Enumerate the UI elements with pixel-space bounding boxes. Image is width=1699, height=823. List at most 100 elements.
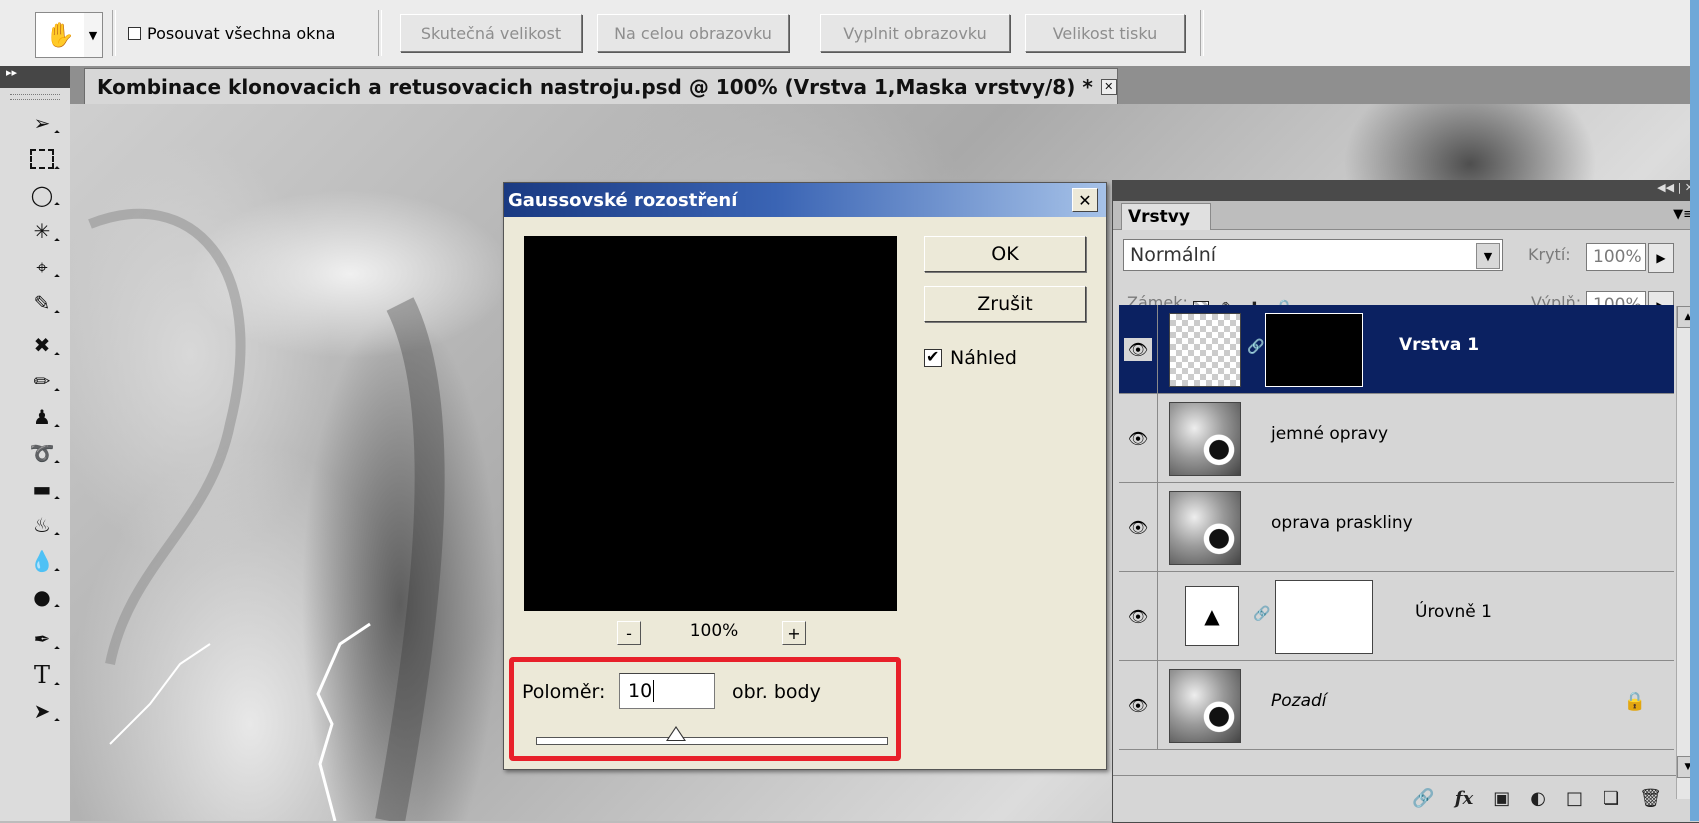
magic-wand-tool[interactable]: ✳ [24,216,60,246]
fit-screen-button[interactable]: Na celou obrazovku [597,14,789,52]
stamp-icon: ♟ [33,405,51,429]
ok-button[interactable]: OK [924,236,1086,272]
brush-icon: ✏ [33,369,51,393]
dialog-close-button[interactable]: ✕ [1072,188,1098,212]
eraser-icon: ▬ [32,477,52,501]
layer-thumbnail [1169,669,1241,743]
brush-tool[interactable]: ✏ [24,366,60,396]
toolbox-grip[interactable] [10,94,60,100]
crack-line [109,643,211,745]
close-document-icon[interactable]: ✕ [1100,78,1117,95]
preview-checkbox[interactable] [924,347,942,367]
eye-icon: 👁 [1127,428,1149,448]
move-icon: ➢ [33,111,51,135]
path-selection-tool[interactable]: ➤ [24,696,60,726]
scroll-all-windows-option[interactable]: Posouvat všechna okna [128,21,335,45]
pen-tool[interactable]: ✒ [24,624,60,654]
marquee-tool[interactable] [24,144,60,174]
preview-option[interactable]: Náhled [924,347,1017,369]
layer-row[interactable]: 👁 jemné opravy [1119,394,1674,483]
radius-slider-thumb[interactable] [668,728,684,740]
dodge-icon: ● [33,585,51,609]
paint-bucket-tool[interactable]: ♨ [24,510,60,540]
layer-row[interactable]: 👁 🔗 Vrstva 1 [1119,305,1674,394]
toolbox-header[interactable]: ▸▸ [0,66,70,88]
folder-icon[interactable]: □ [1566,788,1583,809]
blend-mode-dropdown-icon[interactable]: ▼ [1476,243,1500,269]
crop-tool[interactable]: ⌖ [24,252,60,282]
visibility-toggle[interactable]: 👁 [1119,572,1158,660]
link-icon[interactable]: 🔗 [1412,788,1434,809]
history-brush-icon: ➰ [29,441,55,465]
eyedropper-icon: ✎ [33,291,51,315]
link-mask-icon[interactable]: 🔗 [1253,606,1270,622]
gaussian-blur-dialog: Gaussovské rozostření ✕ - 100% + OK Zruš… [503,182,1107,770]
window-edge [1690,0,1699,821]
tool-preset-picker[interactable]: ✋ [35,12,85,58]
type-tool[interactable]: T [24,660,60,690]
bucket-icon: ♨ [33,513,51,537]
new-layer-icon[interactable]: ❏ [1603,788,1619,809]
visibility-toggle[interactable]: 👁 [1119,483,1158,571]
dialog-title-bar[interactable]: Gaussovské rozostření [504,183,1106,217]
eye-icon: 👁 [1127,517,1149,537]
layer-row[interactable]: 👁 Pozadí 🔒 [1119,661,1674,750]
dodge-tool[interactable]: ● [24,582,60,612]
drop-icon: 💧 [29,549,55,573]
fill-screen-button[interactable]: Vyplnit obrazovku [820,14,1010,52]
layer-name: Úrovně 1 [1415,602,1492,622]
fx-icon[interactable]: fx [1455,788,1473,809]
document-tab[interactable]: Kombinace klonovacich a retusovacich nas… [84,68,1118,104]
blur-tool[interactable]: 💧 [24,546,60,576]
print-size-button[interactable]: Velikost tisku [1025,14,1185,52]
collapse-panel-icon[interactable]: ◀◀ [1657,181,1674,194]
text-cursor [653,680,655,702]
lasso-tool[interactable]: ◯ [24,180,60,210]
layer-name: jemné opravy [1271,424,1389,444]
chevron-down-icon: ▼ [88,28,98,42]
history-brush-tool[interactable]: ➰ [24,438,60,468]
layer-row[interactable]: 👁 ▲ 🔗 Úrovně 1 [1119,572,1674,661]
actual-pixels-button[interactable]: Skutečná velikost [400,14,582,52]
zoom-in-button[interactable]: + [782,621,806,645]
adjustment-icon[interactable]: ◐ [1530,788,1546,809]
dialog-title: Gaussovské rozostření [508,189,738,211]
crack-line [316,622,371,821]
healing-tool[interactable]: ✖ [24,330,60,360]
layer-row[interactable]: 👁 oprava praskliny [1119,483,1674,572]
eye-icon: 👁 [1127,606,1149,626]
radius-input[interactable]: 10 [619,673,715,709]
layer-name: oprava praskliny [1271,513,1413,533]
trash-icon[interactable]: 🗑 [1639,788,1662,809]
layer-thumbnail [1169,402,1241,476]
blur-preview-area[interactable] [524,236,897,611]
zoom-out-button[interactable]: - [617,621,641,645]
blend-mode-select[interactable]: Normální [1123,239,1503,271]
radius-slider[interactable] [536,737,888,745]
move-tool[interactable]: ➢ [24,108,60,138]
visibility-toggle[interactable]: 👁 [1119,305,1158,393]
layer-mask-thumbnail[interactable] [1265,313,1363,387]
crop-icon: ⌖ [36,255,48,279]
tool-preset-dropdown[interactable]: ▼ [84,12,103,58]
tab-layers[interactable]: Vrstvy [1121,203,1211,230]
opacity-slider-arrow[interactable]: ▶ [1648,243,1674,273]
radius-label: Poloměr: [522,681,606,703]
separator [1200,10,1204,56]
preview-label: Náhled [950,347,1017,369]
opacity-input[interactable]: 100% [1586,243,1646,271]
clone-stamp-tool[interactable]: ♟ [24,402,60,432]
type-icon: T [33,661,50,689]
zoom-level: 100% [689,621,739,641]
mask-icon[interactable]: ▣ [1493,788,1510,809]
eraser-tool[interactable]: ▬ [24,474,60,504]
scroll-all-windows-checkbox[interactable] [128,26,141,40]
panel-header-bar: ◀◀ | ✕ [1113,181,1699,201]
visibility-toggle[interactable]: 👁 [1119,661,1158,749]
cancel-button[interactable]: Zrušit [924,286,1086,322]
visibility-toggle[interactable]: 👁 [1119,394,1158,482]
eyedropper-tool[interactable]: ✎ [24,288,60,318]
opacity-label: Krytí: [1528,245,1571,264]
link-mask-icon[interactable]: 🔗 [1247,339,1264,355]
layer-mask-thumbnail[interactable] [1275,580,1373,654]
